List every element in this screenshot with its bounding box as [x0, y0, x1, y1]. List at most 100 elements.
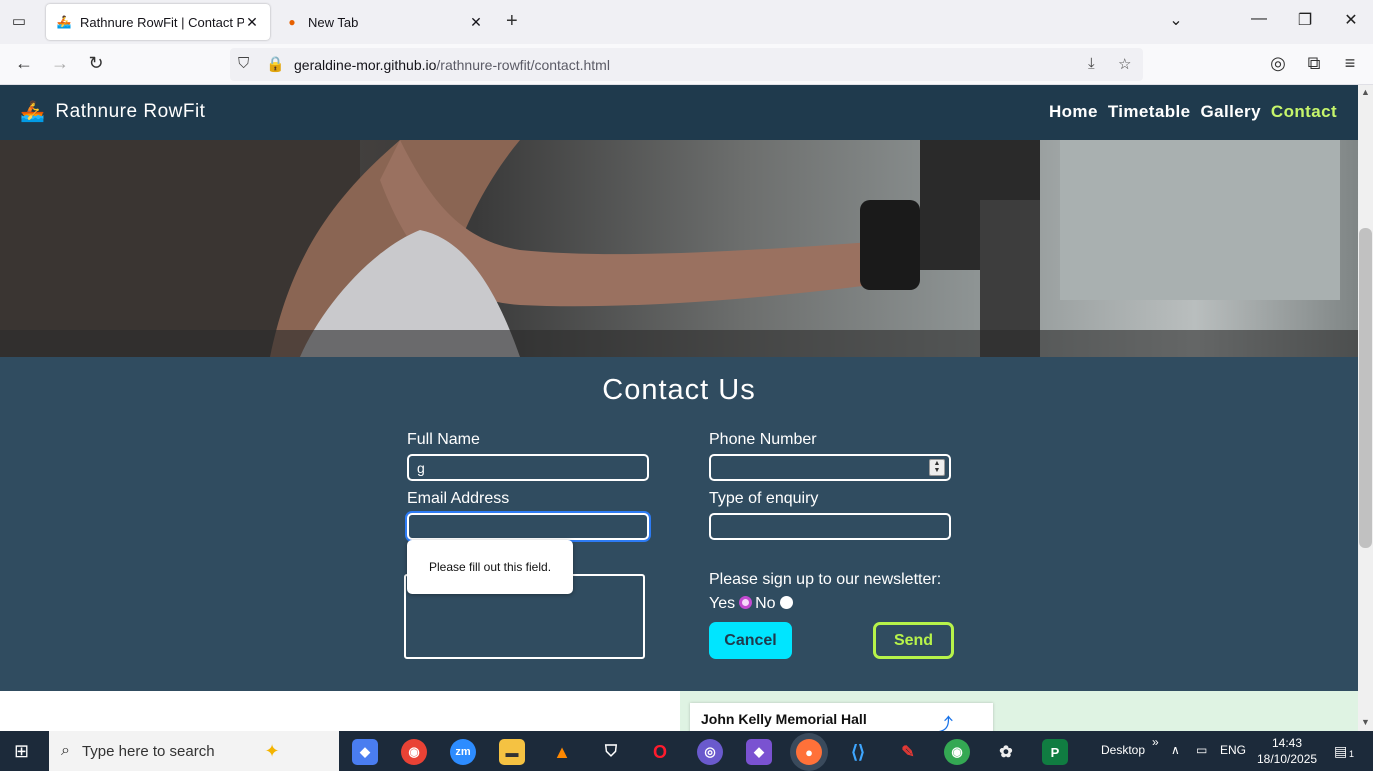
notification-icon[interactable]: ▤: [1334, 743, 1347, 760]
list-all-tabs-icon[interactable]: ⌄: [1164, 10, 1188, 30]
email-field[interactable]: [407, 513, 649, 540]
save-page-icon[interactable]: ⤓: [1088, 55, 1095, 72]
scrollbar-thumb[interactable]: [1359, 228, 1372, 548]
opera-icon[interactable]: O: [647, 739, 673, 765]
enquiry-field[interactable]: [709, 513, 951, 540]
hero-image: [0, 140, 1358, 357]
hero-illustration: [0, 140, 1358, 357]
validation-tooltip: Please fill out this field.: [407, 540, 573, 594]
nav-gallery[interactable]: Gallery: [1200, 102, 1260, 122]
contact-section: Contact Us Full Name g Phone Number ▲ ▼ E…: [0, 357, 1358, 691]
extensions-icon[interactable]: ⧉: [1302, 53, 1326, 74]
full-name-field[interactable]: g: [407, 454, 649, 481]
phone-label: Phone Number: [709, 431, 817, 448]
copilot-icon[interactable]: ◆: [352, 739, 378, 765]
search-icon: ⌕: [61, 742, 70, 759]
account-icon[interactable]: ◎: [1266, 53, 1290, 74]
tray-up-icon[interactable]: ∧: [1171, 743, 1180, 757]
search-placeholder: Type here to search: [81, 742, 215, 760]
back-icon[interactable]: ←: [12, 53, 36, 74]
rower-logo-icon: 🚣: [20, 101, 46, 123]
close-tab-icon[interactable]: ✕: [468, 14, 484, 31]
lock-icon[interactable]: 🔒: [266, 55, 285, 73]
minimize-icon[interactable]: —: [1247, 10, 1271, 28]
full-name-value: g: [417, 460, 425, 476]
sparkle-icon: ✦: [264, 740, 280, 761]
zoom-icon[interactable]: zm: [450, 739, 476, 765]
newsletter-no-radio[interactable]: [779, 596, 793, 609]
close-tab-icon[interactable]: ✕: [244, 14, 260, 31]
restore-icon[interactable]: ❐: [1293, 10, 1317, 30]
browser-tab-bar: ▭ 🚣 Rathnure RowFit | Contact Page ✕ ● N…: [0, 0, 1373, 44]
file-explorer-icon[interactable]: ▬: [499, 739, 525, 765]
no-label: No: [755, 595, 776, 612]
tab-title: Rathnure RowFit | Contact Page: [80, 14, 244, 30]
validation-message: Please fill out this field.: [428, 560, 552, 574]
site-header: 🚣 Rathnure RowFit Home Timetable Gallery…: [0, 85, 1358, 140]
full-name-label: Full Name: [407, 431, 480, 448]
tab-contact-page[interactable]: 🚣 Rathnure RowFit | Contact Page ✕: [46, 4, 270, 40]
new-tab-icon[interactable]: +: [506, 10, 518, 33]
clock-date[interactable]: 18/10/2025: [1257, 752, 1317, 766]
language-indicator[interactable]: ENG: [1220, 743, 1246, 757]
newsletter-label: Please sign up to our newsletter:: [709, 571, 942, 588]
chrome-profile-icon[interactable]: ◉: [944, 739, 970, 765]
forward-icon[interactable]: →: [48, 53, 72, 74]
send-button[interactable]: Send: [873, 622, 954, 659]
windows-start-icon[interactable]: ⊞: [14, 741, 29, 762]
chevron-right-icon[interactable]: »: [1152, 735, 1159, 749]
publisher-icon[interactable]: P: [1042, 739, 1068, 765]
cancel-button[interactable]: Cancel: [709, 622, 792, 659]
brand[interactable]: 🚣 Rathnure RowFit: [20, 99, 205, 124]
browser-nav-bar: ← → ↻ ⛉ 🔒 geraldine-mor.github.io /rathn…: [0, 44, 1373, 85]
nav-timetable[interactable]: Timetable: [1108, 102, 1191, 122]
brand-name: Rathnure RowFit: [55, 100, 206, 122]
map-place-card: John Kelly Memorial Hall ⤴: [690, 703, 993, 731]
bookmark-star-icon[interactable]: ☆: [1118, 55, 1131, 73]
yes-label: Yes: [709, 595, 736, 612]
app-pen-icon[interactable]: ✎: [895, 739, 921, 765]
network-icon[interactable]: ▭: [1196, 743, 1207, 757]
main-nav: Home Timetable Gallery Contact: [1049, 102, 1337, 122]
tab-list-icon[interactable]: ▭: [8, 11, 30, 33]
notification-count: 1: [1349, 749, 1355, 759]
firefox-favicon-icon: ●: [288, 15, 296, 29]
rowing-favicon-icon: 🚣: [56, 15, 72, 29]
newsletter-yes-radio[interactable]: [739, 596, 753, 609]
clock-time[interactable]: 14:43: [1272, 736, 1302, 750]
menu-icon[interactable]: ≡: [1338, 53, 1362, 74]
newsletter-options: Yes No: [709, 595, 796, 613]
number-stepper-icon[interactable]: ▲ ▼: [929, 459, 945, 476]
enquiry-label: Type of enquiry: [709, 490, 819, 507]
address-bar[interactable]: ⛉ 🔒 geraldine-mor.github.io /rathnure-ro…: [230, 48, 1143, 81]
m365-icon[interactable]: ◆: [746, 739, 772, 765]
close-window-icon[interactable]: ✕: [1339, 10, 1363, 30]
vlc-icon[interactable]: ▲: [549, 739, 575, 765]
chrome-icon[interactable]: ◉: [401, 739, 427, 765]
vscode-icon[interactable]: ⟨⟩: [845, 739, 871, 765]
reload-icon[interactable]: ↻: [84, 53, 108, 74]
page-title: Contact Us: [602, 374, 756, 406]
map-section: John Kelly Memorial Hall ⤴: [0, 691, 1358, 731]
url-host: geraldine-mor.github.io: [294, 56, 437, 73]
taskbar-search[interactable]: ⌕ Type here to search ✦: [49, 731, 339, 771]
phone-field[interactable]: ▲ ▼: [709, 454, 951, 481]
nav-home[interactable]: Home: [1049, 102, 1098, 122]
directions-icon[interactable]: ⤴: [935, 711, 953, 731]
firefox-icon[interactable]: ●: [796, 739, 822, 765]
email-label: Email Address: [407, 490, 510, 507]
web-page: 🚣 Rathnure RowFit Home Timetable Gallery…: [0, 85, 1358, 731]
tab-title: New Tab: [308, 14, 359, 30]
url-path: /rathnure-rowfit/contact.html: [436, 56, 610, 73]
tab-new-tab[interactable]: ● New Tab ✕: [274, 4, 494, 40]
paint-icon[interactable]: ✿: [993, 739, 1019, 765]
nav-contact[interactable]: Contact: [1271, 102, 1337, 122]
shield-icon[interactable]: ⛉: [238, 55, 249, 72]
page-scrollbar[interactable]: ▲ ▼: [1358, 85, 1373, 731]
security-icon[interactable]: ⛉: [598, 739, 624, 765]
scroll-down-icon[interactable]: ▼: [1358, 717, 1373, 727]
scroll-up-icon[interactable]: ▲: [1358, 87, 1373, 97]
map-place-name: John Kelly Memorial Hall: [701, 711, 867, 727]
app-icon[interactable]: ◎: [697, 739, 723, 765]
desktop-label[interactable]: Desktop: [1101, 743, 1145, 757]
